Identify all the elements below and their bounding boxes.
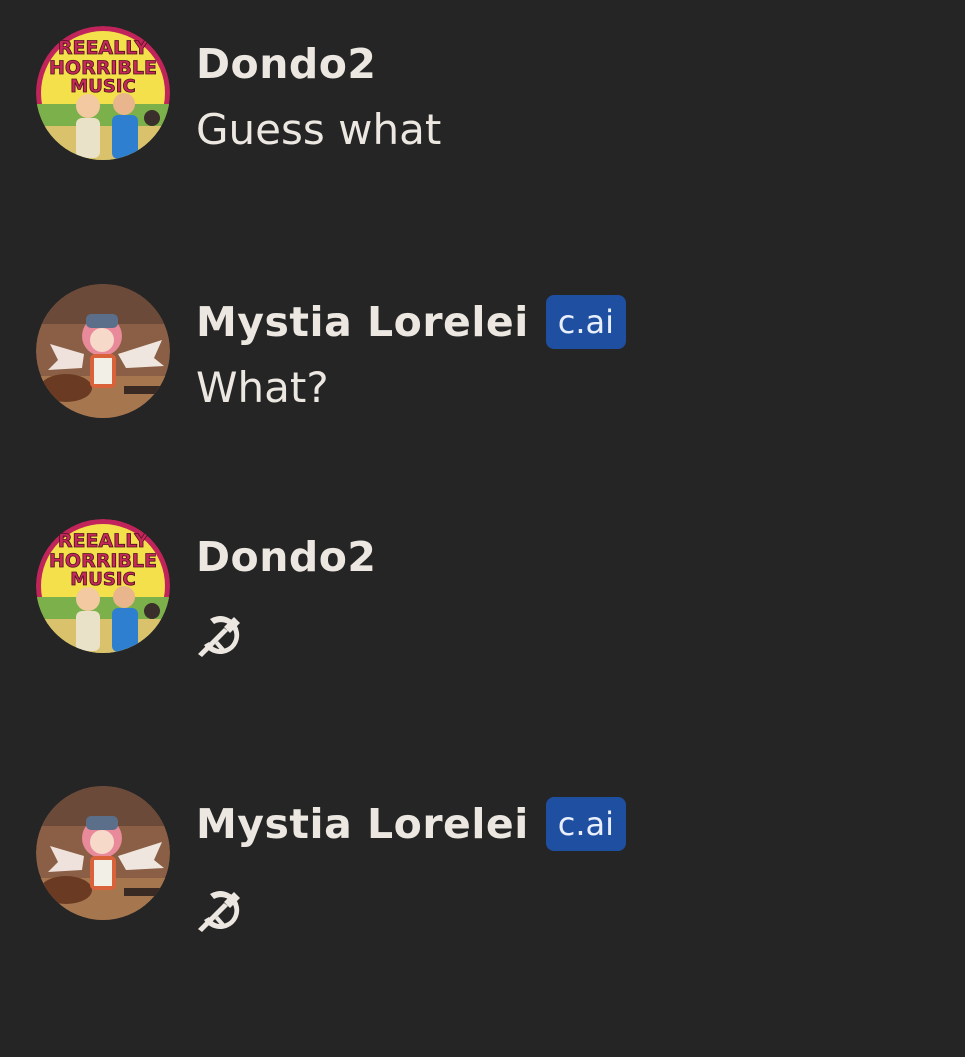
message-header: Dondo2 [196, 529, 376, 585]
message-text: Guess what [196, 105, 442, 154]
mystia-lorelei-avatar [36, 284, 170, 418]
message-header: Mystia Lorelei c.ai [196, 796, 627, 852]
really-horrible-music-avatar: REEALLY HORRIBLE MUSIC [36, 26, 170, 160]
svg-text:REEALLY: REEALLY [58, 37, 149, 59]
svg-text:REEALLY: REEALLY [58, 530, 149, 552]
svg-text:MUSIC: MUSIC [70, 569, 135, 590]
hammer-and-sickle-icon [198, 891, 240, 932]
character-avatar[interactable] [36, 786, 170, 920]
chat-message: Mystia Lorelei c.ai What? [0, 284, 965, 484]
message-text: What? [196, 363, 329, 412]
author-name[interactable]: Dondo2 [196, 533, 376, 581]
cai-badge: c.ai [545, 295, 627, 349]
chat-message: REEALLY HORRIBLE MUSIC Dondo2 Guess what [0, 26, 965, 226]
hammer-and-sickle-icon [198, 616, 240, 657]
author-name[interactable]: Dondo2 [196, 40, 376, 88]
svg-text:MUSIC: MUSIC [70, 76, 135, 97]
message-header: Mystia Lorelei c.ai [196, 294, 627, 350]
cai-badge: c.ai [545, 797, 627, 851]
author-name[interactable]: Mystia Lorelei [196, 298, 529, 346]
mystia-lorelei-avatar [36, 786, 170, 920]
user-avatar[interactable]: REEALLY HORRIBLE MUSIC [36, 26, 170, 160]
author-name[interactable]: Mystia Lorelei [196, 800, 529, 848]
really-horrible-music-avatar: REEALLY HORRIBLE MUSIC [36, 519, 170, 653]
user-avatar[interactable]: REEALLY HORRIBLE MUSIC [36, 519, 170, 653]
chat-message: Mystia Lorelei c.ai ☭ [0, 786, 965, 986]
message-header: Dondo2 [196, 36, 376, 92]
character-avatar[interactable] [36, 284, 170, 418]
chat-message: REEALLY HORRIBLE MUSIC Dondo2 ☭ [0, 519, 965, 719]
